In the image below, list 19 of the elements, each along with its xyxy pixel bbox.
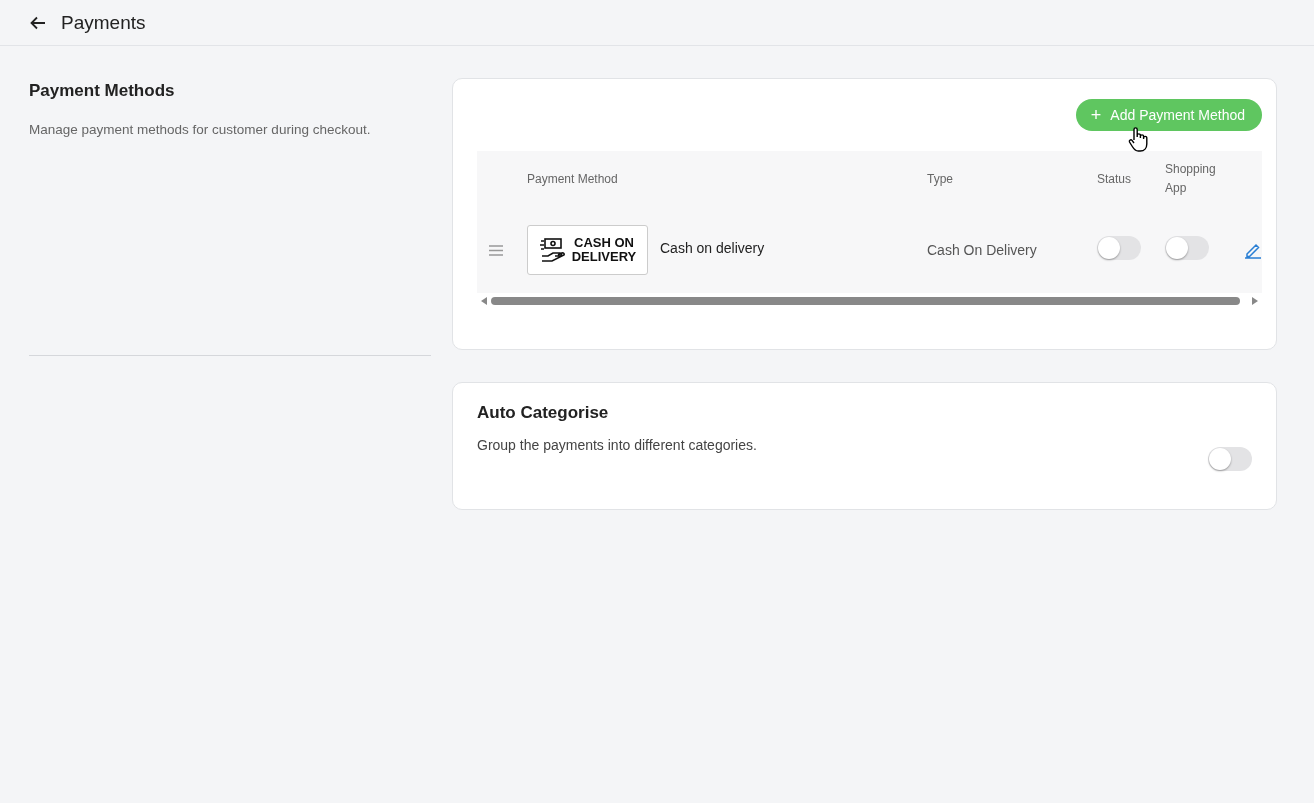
add-payment-method-button[interactable]: + Add Payment Method bbox=[1075, 99, 1262, 131]
column-header: Status bbox=[1097, 172, 1133, 186]
payment-method-name: Cash on delivery bbox=[660, 239, 765, 256]
edit-pencil-icon[interactable] bbox=[1244, 241, 1262, 259]
drag-handle-icon[interactable] bbox=[489, 244, 503, 256]
page-title: Payments bbox=[61, 11, 146, 34]
payment-type: Cash On Delivery bbox=[927, 242, 1038, 258]
card-description: Group the payments into different categories. bbox=[477, 437, 757, 453]
section-description: Manage payment methods for customer during checkout. bbox=[29, 122, 372, 137]
logo-text: DELIVERY bbox=[571, 250, 637, 264]
card-title: Auto Categorise bbox=[477, 403, 610, 423]
shopping-app-toggle[interactable] bbox=[1165, 236, 1209, 260]
section-title: Payment Methods bbox=[29, 81, 176, 101]
auto-categorise-toggle[interactable] bbox=[1208, 447, 1252, 471]
column-header: Payment Method bbox=[527, 172, 619, 186]
status-toggle[interactable] bbox=[1097, 236, 1141, 260]
column-header: Type bbox=[927, 172, 954, 186]
logo-text: CASH ON bbox=[574, 236, 634, 250]
column-header: Shopping App bbox=[1165, 161, 1217, 197]
